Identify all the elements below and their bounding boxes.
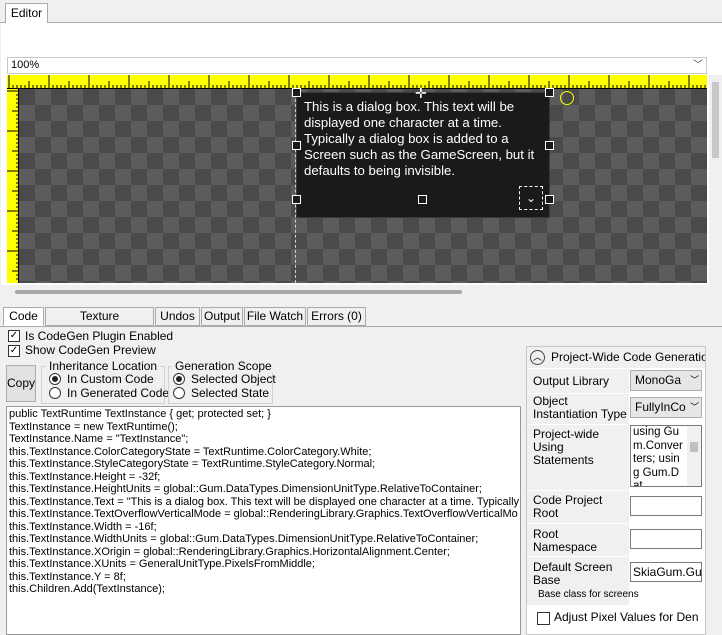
resize-handle-top-right[interactable] [545,88,554,97]
chevron-down-icon: ﹀ [689,402,699,412]
code-line: this.Children.Add(TextInstance); [9,583,165,595]
chevron-down-icon: ﹀ [693,60,703,71]
code-line: this.TextInstance.XUnits = GeneralUnitTy… [9,558,315,570]
textarea-scrollbar[interactable] [687,426,701,486]
in-generated-code-radio[interactable] [49,387,61,399]
code-line: this.TextInstance.XOrigin = global::Rend… [9,545,450,558]
code-line: public TextRuntime TextInstance { get; p… [9,408,271,420]
in-generated-code-label: In Generated Code [67,386,170,400]
code-line: this.TextInstance.Text = "This is a dial… [9,495,521,508]
selected-state-radio[interactable] [173,387,185,399]
vertical-scroll-thumb[interactable] [712,82,719,158]
dialog-text[interactable]: This is a dialog box. This text will be … [304,99,548,179]
generation-scope-title: Generation Scope [172,359,275,373]
output-library-label: Output Library [533,374,610,388]
collapse-icon[interactable]: ︿ [530,350,545,365]
selected-object-radio[interactable] [173,373,185,385]
tab-code[interactable]: Code [3,307,44,326]
chevron-down-icon[interactable]: ⌄ [519,186,543,210]
default-screen-base-input[interactable]: SkiaGum.Gu [630,562,702,582]
tab-errors[interactable]: Errors (0) [307,307,366,326]
output-library-value: MonoGa [635,373,682,387]
code-line: TextInstance.Name = "TextInstance"; [9,433,189,445]
using-statements-label: Project-wide Using Statements [533,427,600,467]
using-statements-value: using Gum.Converters; using Gum.Dat [633,426,683,487]
code-line: this.TextInstance.WidthUnits = global::G… [9,533,479,545]
code-line: this.TextInstance.ColorCategoryState = T… [9,445,372,458]
vertical-ruler [7,89,19,283]
textarea-scroll-thumb[interactable] [690,442,698,452]
object-instantiation-value: FullyInCo [635,400,686,414]
tab-undos[interactable]: Undos [155,307,200,326]
adjust-pixel-checkbox[interactable] [537,612,550,625]
tab-texture-coordinates[interactable]: Texture Coordinates [45,307,154,340]
code-line: this.TextInstance.Height = -32f; [9,470,161,483]
object-instantiation-select[interactable]: FullyInCo ﹀ [630,397,702,418]
resize-handle-left[interactable] [292,141,301,150]
codegen-enabled-label: Is CodeGen Plugin Enabled [25,329,174,343]
move-cursor-icon: ✛ [415,85,427,101]
tab-output[interactable]: Output [201,307,243,326]
codegen-preview-checkbox[interactable]: ✓ [8,345,20,357]
zoom-value: 100% [11,59,40,71]
in-custom-code-radio[interactable] [49,373,61,385]
codegen-preview-label: Show CodeGen Preview [25,343,156,357]
code-line: this.TextInstance.Width = -16f; [9,520,157,533]
code-line: this.TextInstance.StyleCategoryState = T… [9,458,376,470]
origin-circle-icon[interactable] [560,91,574,105]
resize-handle-right[interactable] [545,141,554,150]
selected-object-label: Selected Object [191,372,276,386]
tab-editor[interactable]: Editor [5,3,48,23]
code-line: this.TextInstance.TextOverflowVerticalMo… [9,508,518,520]
code-project-root-label: Code Project Root [533,493,603,520]
settings-category-header[interactable]: ︿ Project-Wide Code Generation [527,347,705,368]
code-line: this.TextInstance.HeightUnits = global::… [9,483,482,495]
code-preview[interactable]: public TextRuntime TextInstance { get; p… [6,406,521,635]
horizontal-ruler [7,75,707,89]
code-line: TextInstance = new TextRuntime(); [9,420,178,433]
output-library-select[interactable]: MonoGa ﹀ [630,370,702,391]
code-project-root-input[interactable] [630,496,702,516]
resize-handle-bottom[interactable] [418,195,427,204]
inheritance-location-title: Inheritance Location [46,359,161,373]
tab-file-watch[interactable]: File Watch [244,307,306,326]
object-instantiation-label: Object Instantiation Type [533,394,627,421]
using-statements-textarea[interactable]: using Gum.Converters; using Gum.Dat [630,425,702,487]
horizontal-scroll-thumb[interactable] [15,290,462,294]
code-line: this.TextInstance.Y = 8f; [9,570,126,583]
copy-button[interactable]: Copy [6,365,36,402]
chevron-down-icon: ﹀ [689,375,699,385]
resize-handle-top-left[interactable] [292,88,301,97]
zoom-dropdown[interactable]: 100% ﹀ [7,57,707,74]
adjust-pixel-label: Adjust Pixel Values for Den [554,610,699,624]
selected-state-label: Selected State [191,386,270,400]
codegen-enabled-checkbox[interactable]: ✓ [8,330,20,342]
root-namespace-input[interactable] [630,529,702,549]
default-screen-base-hint: Base class for screens [538,589,639,600]
settings-category-title: Project-Wide Code Generation [551,350,705,364]
resize-handle-bottom-left[interactable] [292,195,301,204]
settings-scrollbar[interactable] [706,346,722,635]
default-screen-base-label: Default Screen Base [533,560,613,587]
in-custom-code-label: In Custom Code [67,372,154,386]
resize-handle-bottom-right[interactable] [545,195,554,204]
root-namespace-label: Root Namespace [533,527,598,554]
